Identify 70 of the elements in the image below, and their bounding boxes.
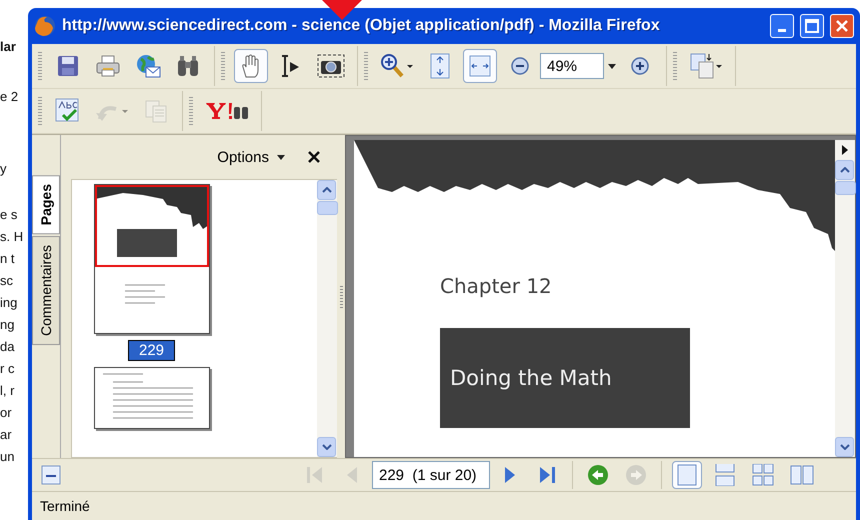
caret-icon [277,154,285,160]
globe-envelope-icon [135,53,161,79]
continuous-pages-icon [715,464,735,486]
close-icon [835,19,849,33]
chapter-title: Doing the Math [440,328,690,428]
firefox-logo-icon [34,15,56,37]
minimize-button[interactable] [770,14,794,38]
collapse-icon [41,465,61,485]
page-number-label: 229 [128,340,176,361]
page-text: sc [0,272,14,290]
page-text: l, r [0,382,16,400]
page-text: e 2 [0,88,20,106]
page-text: n t [0,250,16,268]
scroll-down-button[interactable] [317,437,336,457]
caret-icon [608,64,616,68]
options-menu-button[interactable]: Options [217,148,285,166]
page-text: ng [0,316,16,334]
toolbar-button[interactable] [234,49,268,83]
nav-button[interactable] [672,461,702,489]
spell-check-icon [55,98,81,124]
page-text: e s [0,206,18,224]
grid-pages-icon [752,464,774,486]
triangle-marker-icon [322,0,362,20]
page-number-field[interactable]: 229 (1 sur 20) [372,461,490,489]
fit-width-icon [469,55,491,77]
single-page-icon [677,464,697,486]
scroll-thumb[interactable] [317,201,338,215]
plus-circle-icon [630,56,650,76]
yahoo-binoculars-icon [205,101,249,121]
page-text: r c [0,360,16,378]
close-button[interactable] [830,14,854,38]
window-title: http://www.sciencedirect.com - science (Objet application/pdf) - Mozilla Firefox [62,17,661,35]
magnifier-plus-icon [380,53,414,79]
scroll-up-button[interactable] [835,160,854,180]
status-text: Terminé [40,498,90,514]
close-icon[interactable] [307,150,321,164]
page-text: s. H [0,228,24,246]
triangle-right-icon [840,145,848,155]
page-text: ar [0,426,13,444]
page-text: y [0,160,8,178]
chevron-up-icon [840,167,850,173]
pages-arrow-icon [689,52,723,80]
minimize-icon [778,28,786,32]
scroll-down-button[interactable] [835,437,854,457]
two-pages-icon [790,465,814,485]
maximize-button[interactable] [800,14,824,38]
camera-icon [317,54,345,78]
splitter-grip[interactable] [340,286,342,308]
documents-icon [144,99,168,123]
chevron-down-icon [840,444,850,450]
page-thumbnail[interactable] [94,367,210,429]
sidebar-tab[interactable]: Commentaires [32,236,60,346]
minus-circle-icon [510,56,530,76]
binoculars-icon [176,54,200,78]
page-text: or [0,404,13,422]
page-text: ing [0,294,18,312]
scroll-up-button[interactable] [317,180,336,200]
fit-page-icon [430,53,450,79]
zoom-field[interactable]: 49% [540,53,604,79]
printer-icon [95,54,121,78]
maximize-icon [805,19,819,33]
sidebar-tab[interactable]: Pages [32,175,60,234]
page-thumbnail[interactable] [94,184,210,334]
chapter-heading: Chapter 12 [440,274,553,298]
page-text: un [0,448,16,466]
chevron-up-icon [322,187,332,193]
page-text: da [0,338,16,356]
chevron-down-icon [322,444,332,450]
scroll-thumb[interactable] [835,181,856,195]
page-text: lar [0,38,17,56]
